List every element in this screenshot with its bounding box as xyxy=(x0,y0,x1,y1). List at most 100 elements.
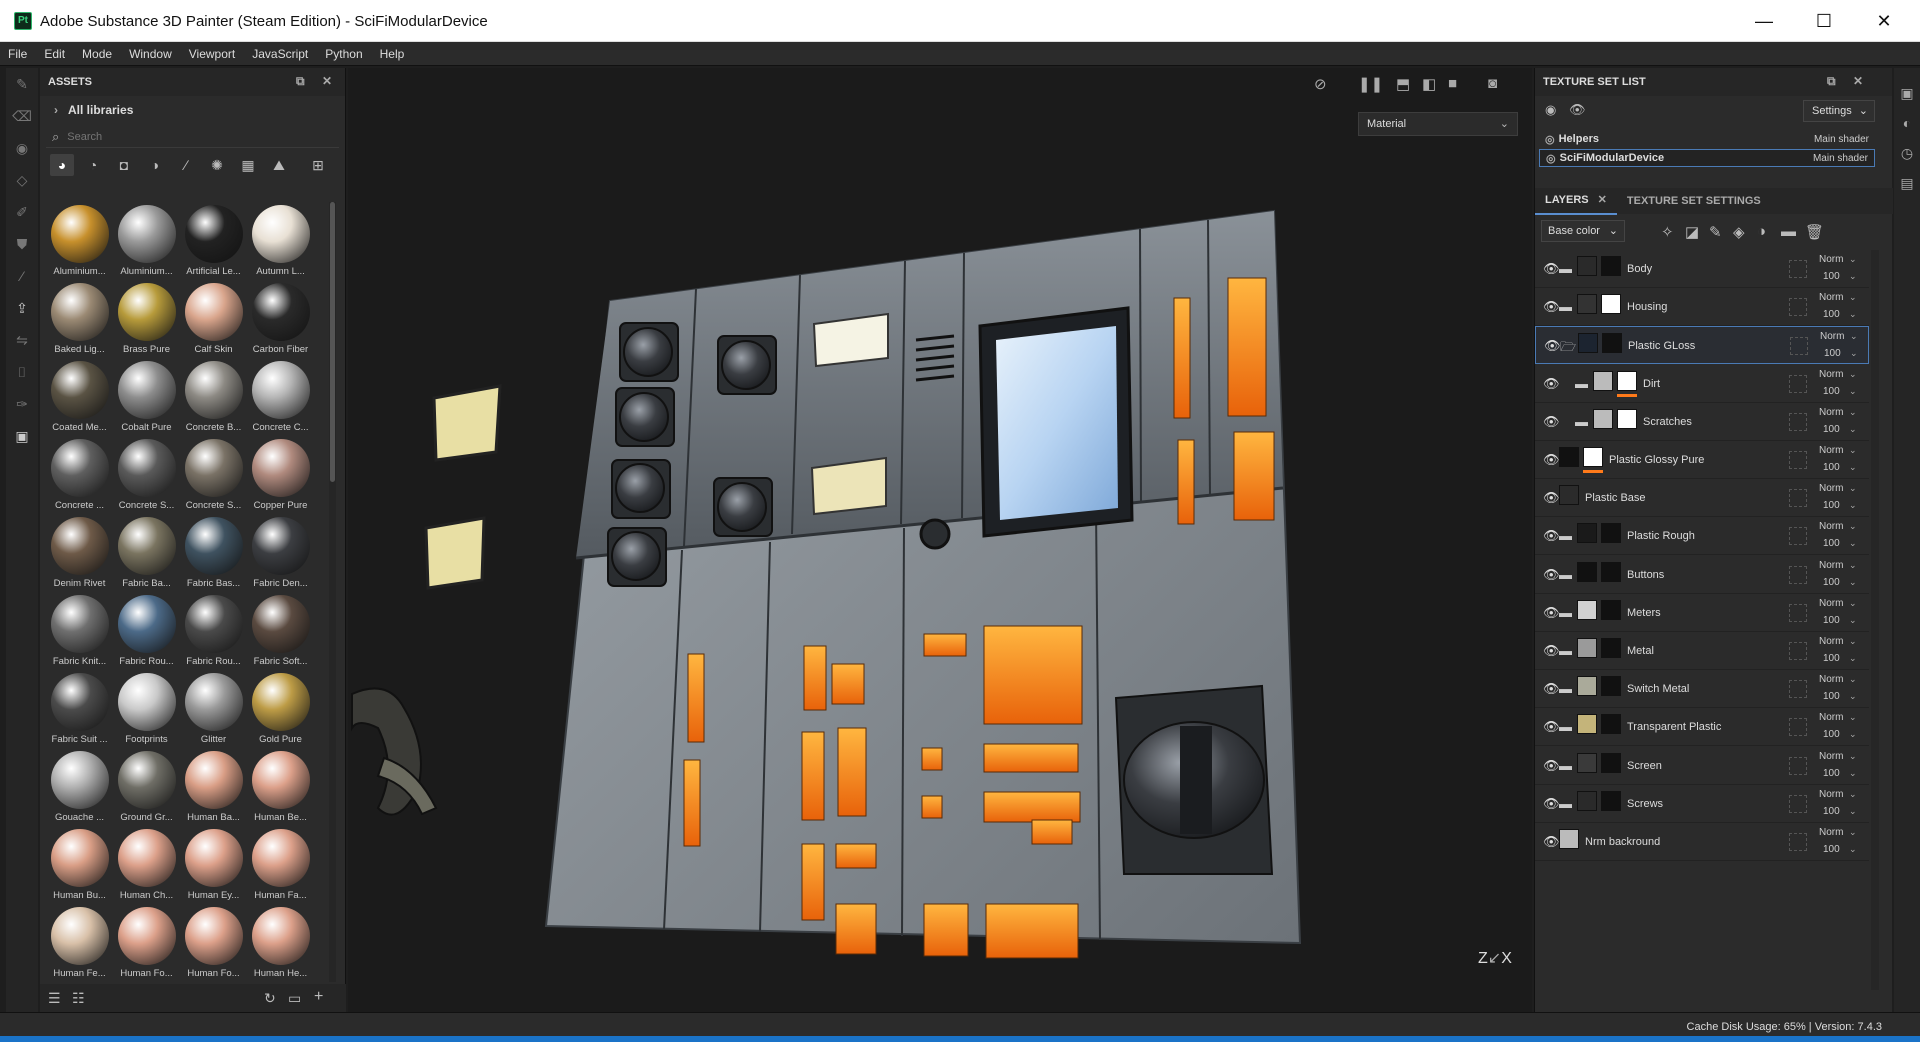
maximize-button[interactable]: ☐ xyxy=(1796,0,1852,42)
eye-icon[interactable]: 👁 xyxy=(1543,490,1560,506)
opacity-value[interactable]: 100 xyxy=(1823,768,1840,779)
eye-icon[interactable]: 👁 xyxy=(1543,643,1560,659)
chevron-down-icon[interactable]: ⌄ xyxy=(1849,636,1857,647)
smart-materials-filter-icon[interactable]: ◔ xyxy=(81,154,105,176)
asset-tile[interactable]: Concrete B... xyxy=(180,358,247,436)
opacity-value[interactable]: 100 xyxy=(1823,691,1840,702)
blend-mode[interactable]: Norm xyxy=(1819,445,1843,456)
layer-mask-slot[interactable] xyxy=(1790,337,1808,356)
blend-mode[interactable]: Norm xyxy=(1819,598,1843,609)
mask-thumbnail[interactable] xyxy=(1617,408,1637,429)
add-layer-instance-icon[interactable]: ◑ xyxy=(1757,223,1766,240)
color-picker-icon[interactable]: ⁄ xyxy=(6,260,38,292)
eye-icon[interactable]: 👁 xyxy=(1543,299,1560,315)
layer-mask-slot[interactable] xyxy=(1789,527,1807,546)
chevron-down-icon[interactable]: ⌄ xyxy=(1849,369,1857,380)
smudge-icon[interactable]: ✐ xyxy=(6,196,38,228)
mask-thumbnail[interactable] xyxy=(1602,333,1622,354)
texture-set-scifimodulardevice[interactable]: ◎ SciFiModularDevice Main shader xyxy=(1539,149,1875,167)
eye-icon[interactable]: 👁 xyxy=(1543,834,1560,850)
chevron-down-icon[interactable]: ⌄ xyxy=(1849,560,1857,571)
eye-icon[interactable]: 👁 xyxy=(1543,452,1560,468)
layer-mask-slot[interactable] xyxy=(1789,489,1807,508)
chevron-down-icon[interactable]: ⌄ xyxy=(1849,254,1857,265)
undock-icon[interactable]: ⧉ xyxy=(296,74,305,89)
chevron-down-icon[interactable]: ⌄ xyxy=(1849,483,1857,494)
textures-filter-icon[interactable]: ▦ xyxy=(236,154,260,176)
opacity-value[interactable]: 100 xyxy=(1823,500,1840,511)
add-folder-icon[interactable]: ▬ xyxy=(1781,223,1796,240)
search-input[interactable] xyxy=(67,130,298,143)
chevron-down-icon[interactable]: ⌄ xyxy=(1849,521,1857,532)
opacity-value[interactable]: 100 xyxy=(1823,806,1840,817)
layer-row[interactable]: 👁 🗁 Plastic GLoss Norm ⌄ 100 ⌄ xyxy=(1535,326,1869,365)
chevron-down-icon[interactable]: ⌄ xyxy=(1849,309,1857,320)
blend-mode[interactable]: Norm xyxy=(1819,789,1843,800)
brushes-filter-icon[interactable]: ∕ xyxy=(174,154,198,176)
chevron-down-icon[interactable]: ⌄ xyxy=(1849,806,1857,817)
mask-thumbnail[interactable] xyxy=(1601,599,1621,620)
chevron-down-icon[interactable]: ⌄ xyxy=(1849,827,1857,838)
asset-tile[interactable]: Autumn L... xyxy=(247,202,314,280)
close-window-button[interactable]: ✕ xyxy=(1856,0,1912,42)
asset-tile[interactable]: Human He... xyxy=(247,904,314,982)
layer-row[interactable]: 👁 ▬ Body Norm ⌄ 100 ⌄ xyxy=(1535,250,1869,288)
close-panel-icon[interactable]: ✕ xyxy=(1853,74,1863,88)
folder-icon[interactable]: ▬ xyxy=(1559,261,1572,276)
blend-mode[interactable]: Norm xyxy=(1819,674,1843,685)
opacity-value[interactable]: 100 xyxy=(1823,462,1840,473)
menu-mode[interactable]: Mode xyxy=(74,42,121,66)
layer-mask-slot[interactable] xyxy=(1789,603,1807,622)
asset-tile[interactable]: Human Ba... xyxy=(180,748,247,826)
blend-mode[interactable]: Norm xyxy=(1819,827,1843,838)
chevron-down-icon[interactable]: ⌄ xyxy=(1849,751,1857,762)
asset-tile[interactable]: Fabric Rou... xyxy=(180,592,247,670)
menu-javascript[interactable]: JavaScript xyxy=(244,42,317,66)
mask-thumbnail[interactable] xyxy=(1601,790,1621,811)
asset-tile[interactable]: Denim Rivet xyxy=(46,514,113,592)
layer-mask-slot[interactable] xyxy=(1789,718,1807,737)
asset-tile[interactable]: Human Ey... xyxy=(180,826,247,904)
add-effect-icon[interactable]: ✧ xyxy=(1661,223,1674,241)
blend-mode[interactable]: Norm xyxy=(1819,369,1843,380)
menu-window[interactable]: Window xyxy=(121,42,181,66)
asset-tile[interactable]: Copper Pure xyxy=(247,436,314,514)
layer-mask-slot[interactable] xyxy=(1789,642,1807,660)
asset-tile[interactable]: Human Ch... xyxy=(113,826,180,904)
folder-icon[interactable]: 🗁 xyxy=(1560,338,1576,360)
asset-tile[interactable]: Human Fe... xyxy=(46,904,113,982)
chevron-down-icon[interactable]: ⌄ xyxy=(1849,598,1857,609)
settings-dropdown[interactable]: Settings ⌄ xyxy=(1803,100,1875,122)
layer-row[interactable]: 👁 ▬ Dirt Norm ⌄ 100 ⌄ xyxy=(1535,364,1869,403)
blend-mode[interactable]: Norm xyxy=(1819,560,1843,571)
layer-row[interactable]: 👁 ▬ Screen Norm ⌄ 100 ⌄ xyxy=(1535,746,1869,785)
layer-mask-slot[interactable] xyxy=(1789,565,1807,584)
folder-icon[interactable]: ▬ xyxy=(1559,758,1572,773)
mask-thumbnail[interactable] xyxy=(1617,370,1637,391)
new-folder-icon[interactable]: ▭ xyxy=(288,990,301,1007)
mask-thumbnail[interactable] xyxy=(1601,561,1621,582)
opacity-value[interactable]: 100 xyxy=(1823,653,1840,664)
asset-tile[interactable]: Human Fo... xyxy=(180,904,247,982)
blend-mode[interactable]: Norm xyxy=(1819,751,1843,762)
asset-tile[interactable]: Human Fa... xyxy=(247,826,314,904)
eye-icon[interactable]: 👁 xyxy=(1544,338,1561,354)
folder-icon[interactable]: ▬ xyxy=(1575,414,1588,429)
opacity-value[interactable]: 100 xyxy=(1823,271,1840,282)
blend-mode[interactable]: Norm xyxy=(1819,636,1843,647)
eye-icon[interactable]: 👁 xyxy=(1543,605,1560,621)
layer-row[interactable]: 👁 ▬ Scratches Norm ⌄ 100 ⌄ xyxy=(1535,402,1869,441)
asset-tile[interactable]: Human Fo... xyxy=(113,904,180,982)
layer-mask-slot[interactable] xyxy=(1789,260,1807,278)
ruler-icon[interactable]: ⌷ xyxy=(6,356,38,388)
layer-row[interactable]: 👁 ▬ Housing Norm ⌄ 100 ⌄ xyxy=(1535,288,1869,327)
asset-tile[interactable]: Fabric Ba... xyxy=(113,514,180,592)
refresh-icon[interactable]: ↻ xyxy=(264,990,276,1007)
mask-thumbnail[interactable] xyxy=(1601,676,1621,697)
layer-row[interactable]: 👁 ▬ Buttons Norm ⌄ 100 ⌄ xyxy=(1535,555,1869,594)
polygon-fill-icon[interactable]: ◇ xyxy=(6,164,38,196)
asset-tile[interactable]: Gouache ... xyxy=(46,748,113,826)
asset-tile[interactable]: Fabric Suit ... xyxy=(46,670,113,748)
layer-row[interactable]: 👁 ▬ Meters Norm ⌄ 100 ⌄ xyxy=(1535,593,1869,632)
chevron-down-icon[interactable]: ⌄ xyxy=(1849,445,1857,456)
